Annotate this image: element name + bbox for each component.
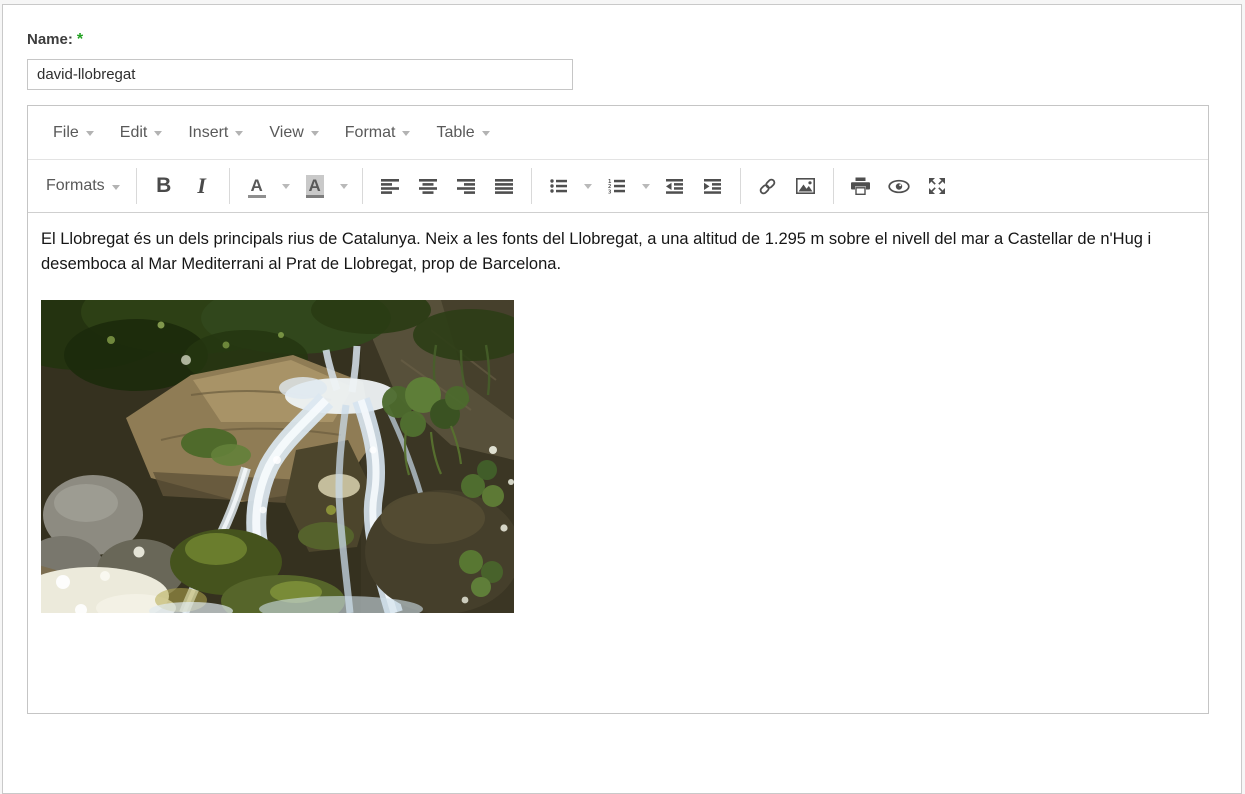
formats-dropdown[interactable]: Formats	[40, 169, 126, 203]
toolbar-group-align	[361, 168, 531, 204]
link-icon	[758, 177, 777, 196]
menu-format[interactable]: Format	[332, 116, 424, 150]
bullet-list-icon	[550, 178, 568, 194]
align-justify-icon	[494, 178, 513, 194]
menu-edit-label: Edit	[119, 123, 148, 141]
align-left-button[interactable]	[373, 169, 407, 203]
align-justify-button[interactable]	[487, 169, 521, 203]
chevron-down-icon	[235, 131, 244, 136]
name-field-block: Name: *	[27, 31, 1241, 90]
numbered-list-button[interactable]: 123	[600, 169, 634, 203]
bold-icon: B	[156, 174, 172, 197]
bold-button[interactable]: B	[147, 169, 181, 203]
chevron-down-icon	[310, 131, 319, 136]
background-color-icon: A	[305, 174, 324, 198]
print-icon	[851, 177, 871, 195]
insert-image-button[interactable]	[789, 169, 823, 203]
chevron-down-icon	[111, 184, 120, 190]
italic-icon: I	[197, 173, 206, 198]
chevron-down-icon	[481, 131, 490, 136]
chevron-down-icon[interactable]	[641, 183, 650, 189]
name-label: Name:	[27, 31, 73, 48]
menu-file-label: File	[53, 123, 79, 141]
fullscreen-button[interactable]	[920, 169, 954, 203]
editor-toolbar: Formats B I A A 1 2 3	[28, 160, 1208, 213]
svg-text:3: 3	[608, 189, 611, 194]
editor-content-area[interactable]: El Llobregat és un dels principals rius …	[28, 213, 1208, 713]
print-button[interactable]	[844, 169, 878, 203]
editor-menubar: File Edit Insert View Format Table	[28, 106, 1208, 160]
menu-table[interactable]: Table	[423, 116, 502, 150]
formats-label: Formats	[46, 177, 105, 194]
toolbar-group-insert	[739, 168, 833, 204]
menu-view[interactable]: View	[256, 116, 331, 150]
background-color-button[interactable]: A	[298, 169, 332, 203]
align-center-button[interactable]	[411, 169, 445, 203]
insert-link-button[interactable]	[751, 169, 785, 203]
toolbar-group-formats: Formats	[30, 168, 136, 204]
indent-icon	[704, 178, 722, 194]
image-icon	[796, 178, 816, 194]
align-right-button[interactable]	[449, 169, 483, 203]
chevron-down-icon	[402, 131, 411, 136]
menu-view-label: View	[269, 123, 304, 141]
chevron-down-icon	[85, 131, 94, 136]
indent-button[interactable]	[696, 169, 730, 203]
align-center-icon	[418, 178, 437, 194]
waterfall-photo[interactable]	[41, 300, 514, 613]
toolbar-group-tools	[832, 168, 964, 204]
chevron-down-icon[interactable]	[339, 183, 348, 189]
menu-table-label: Table	[436, 123, 475, 141]
outdent-icon	[666, 178, 684, 194]
content-paragraph[interactable]: El Llobregat és un dels principals rius …	[41, 227, 1191, 277]
name-input[interactable]	[27, 59, 573, 90]
align-left-icon	[380, 178, 399, 194]
fullscreen-icon	[928, 177, 946, 195]
menu-insert-label: Insert	[188, 123, 229, 141]
toolbar-group-basic: B I	[135, 168, 229, 204]
preview-button[interactable]	[882, 169, 916, 203]
chevron-down-icon	[154, 131, 163, 136]
text-color-button[interactable]: A	[240, 169, 274, 203]
rich-text-editor: File Edit Insert View Format Table Forma…	[27, 105, 1209, 714]
menu-insert[interactable]: Insert	[175, 116, 256, 150]
outdent-button[interactable]	[658, 169, 692, 203]
toolbar-group-colors: A A	[228, 168, 362, 204]
menu-file[interactable]: File	[40, 116, 107, 150]
numbered-list-icon: 123	[608, 178, 626, 194]
bullet-list-button[interactable]	[542, 169, 576, 203]
text-color-icon: A	[247, 175, 266, 198]
menu-format-label: Format	[344, 123, 396, 141]
italic-button[interactable]: I	[185, 169, 219, 203]
page-frame: Name:* File Edit Insert View Format	[2, 4, 1242, 794]
align-right-icon	[456, 178, 475, 194]
required-marker: *	[76, 31, 84, 48]
menu-edit[interactable]: Edit	[107, 116, 176, 150]
toolbar-group-lists: 123	[530, 168, 740, 204]
preview-eye-icon	[888, 179, 910, 194]
chevron-down-icon[interactable]	[583, 183, 592, 189]
chevron-down-icon[interactable]	[281, 183, 290, 189]
